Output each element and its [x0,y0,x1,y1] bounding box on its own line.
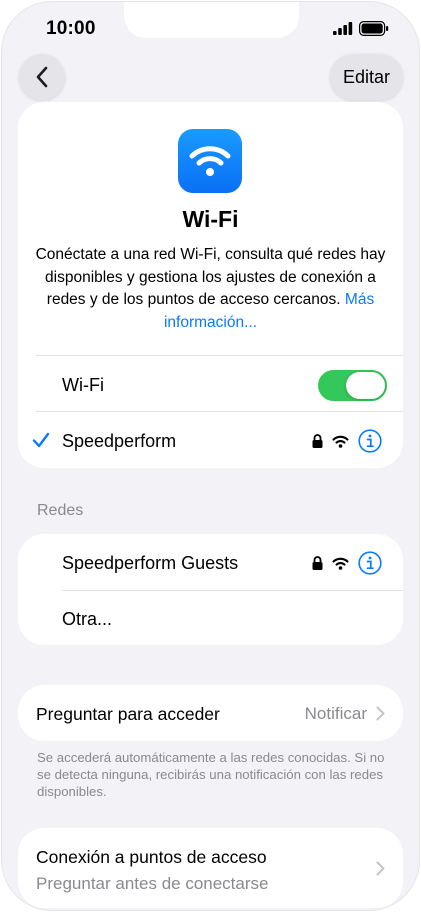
wifi-signal-icon [332,557,349,570]
connected-network-status [312,429,382,453]
chevron-left-icon [36,66,48,88]
chevron-right-icon [376,706,385,721]
description-text: Conéctate a una red Wi-Fi, consulta qué … [35,246,386,309]
wifi-description: Conéctate a una red Wi-Fi, consulta qué … [32,244,389,334]
wifi-app-icon [178,129,242,193]
ask-to-join-footnote: Se accederá automáticamente a las redes … [37,750,385,799]
battery-icon [359,21,389,36]
ask-to-join-row[interactable]: Preguntar para acceder Notificar [18,685,403,741]
edit-button[interactable]: Editar [329,54,403,100]
divider [62,590,403,591]
wifi-toggle[interactable] [318,370,387,401]
divider [36,355,403,356]
connected-network-name[interactable]: Speedperform [62,431,176,452]
info-icon[interactable] [358,429,382,453]
ask-to-join-value: Notificar [304,704,367,723]
hotspot-value: Preguntar antes de conectarse [36,874,269,893]
other-network-item[interactable]: Otra... [62,609,112,630]
network-item-status [312,551,382,575]
network-item-name[interactable]: Speedperform Guests [62,553,238,574]
lock-icon [312,556,323,570]
lock-icon [312,434,323,448]
chevron-right-icon [376,861,385,876]
phone-screen: 10:00 Editar Wi-Fi Conéctate a una red W… [2,2,419,910]
back-button[interactable] [19,54,65,100]
status-icons [333,21,389,36]
status-time: 10:00 [46,18,96,39]
wifi-signal-icon [332,435,349,448]
info-icon[interactable] [358,551,382,575]
wifi-toggle-label: Wi-Fi [62,375,104,395]
wifi-icon [189,146,231,176]
notch [124,2,299,38]
networks-section-title: Redes [37,502,84,519]
hotspot-row[interactable]: Conexión a puntos de acceso Preguntar an… [18,828,403,908]
wifi-card: Wi-Fi Conéctate a una red Wi-Fi, consult… [18,102,403,468]
checkmark-icon [32,432,50,453]
networks-card: Speedperform Guests Otra... [18,534,403,645]
divider [36,411,403,412]
ask-to-join-label: Preguntar para acceder [36,704,220,724]
cellular-signal-icon [333,22,353,35]
hotspot-label: Conexión a puntos de acceso [36,847,267,867]
toggle-knob [346,372,385,399]
page-title: Wi-Fi [182,206,239,232]
